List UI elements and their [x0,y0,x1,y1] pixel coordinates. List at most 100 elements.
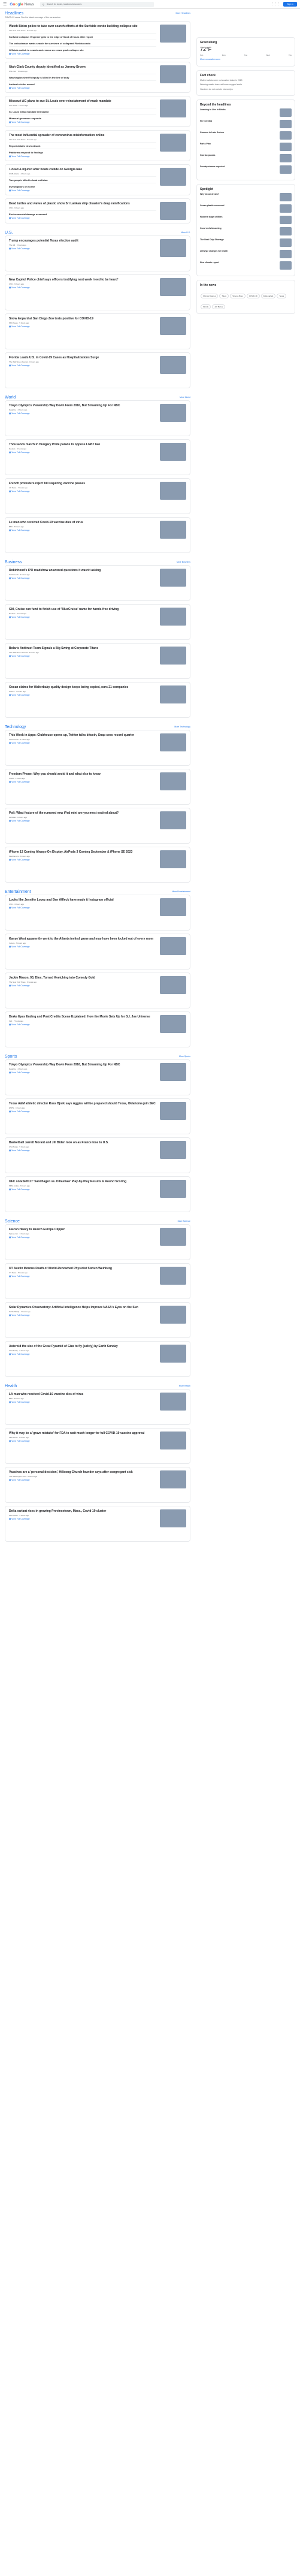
full-coverage-link[interactable]: View Full Coverage [9,1188,156,1191]
story-title[interactable]: This Week in Apps: Clubhouse opens up, T… [9,733,156,737]
section-title[interactable]: Technology More Technology [5,724,190,730]
factcheck-item[interactable]: Wearing masks does not lower oxygen leve… [200,83,292,86]
story-title[interactable]: Ocean claims for Walterbaby quality desi… [9,685,156,689]
story-title[interactable]: Dead turtles and waves of plastic show S… [9,202,156,206]
story-title[interactable]: Florida Leads U.S. in Covid-19 Cases as … [9,356,156,360]
full-coverage-link[interactable]: View Full Coverage [9,781,156,783]
story-thumbnail[interactable] [160,1432,186,1449]
sign-in-button[interactable]: Sign in [283,2,297,7]
full-coverage-link[interactable]: View Full Coverage [9,820,156,822]
story-thumbnail[interactable] [160,1470,186,1488]
rail-item[interactable]: Coral reefs bleaching [200,227,292,235]
story-thumbnail[interactable] [160,772,186,790]
story-thumbnail[interactable] [160,278,186,296]
sub-story[interactable]: Two people killed in boat collision [9,176,156,182]
story-title[interactable]: Snow leopard at San Diego Zoo tests posi… [9,317,156,321]
full-coverage-link[interactable]: View Full Coverage [9,189,156,192]
full-coverage-link[interactable]: View Full Coverage [9,616,156,618]
story-thumbnail[interactable] [160,647,186,665]
sub-story[interactable]: Washington sheriff deputy is killed in t… [9,74,156,79]
story-title[interactable]: Missouri AG plans to sue St. Louis over … [9,99,156,103]
section-more-link[interactable]: More Science [178,1220,190,1222]
topic-chip[interactable]: Florida [201,304,211,309]
story-title[interactable]: Tokyo Olympics Viewership Way Down From … [9,1063,156,1067]
story-title[interactable]: GM, Cruise can fund to finish use of 'Bl… [9,608,156,611]
full-coverage-link[interactable]: View Full Coverage [9,217,156,219]
full-coverage-link[interactable]: View Full Coverage [9,286,156,289]
covid-banner[interactable]: COVID-19 news: See the latest coverage o… [5,16,190,19]
full-coverage-link[interactable]: View Full Coverage [9,155,156,158]
full-coverage-link[interactable]: View Full Coverage [9,1314,156,1316]
full-coverage-link[interactable]: View Full Coverage [9,1440,156,1442]
story-title[interactable]: UFC on ESPN 27 'Sandhagen vs. Dillashaw'… [9,1180,156,1183]
story-title[interactable]: Solar Dynamics Observatory: Artificial I… [9,1306,156,1309]
sub-story-title[interactable]: Environmental damage assessed [9,213,156,216]
factcheck-item[interactable]: Vaccines do not contain microchips [200,88,292,91]
sub-story[interactable]: Surfside collapse: Engineer gets to the … [9,33,156,38]
section-title[interactable]: U.S. More U.S. [5,229,190,235]
story-thumbnail[interactable] [160,1228,186,1246]
story-thumbnail[interactable] [160,356,186,374]
full-coverage-link[interactable]: View Full Coverage [9,1071,156,1074]
story-title[interactable]: Le man who received Covid-19 vaccine die… [9,521,156,524]
rail-item[interactable]: No Tax Stop [200,120,292,128]
sub-story-title[interactable]: Ambush victim named [9,83,156,86]
rail-item-title[interactable]: Lifestyle changes for health [200,250,277,258]
story-thumbnail[interactable] [160,1141,186,1159]
story-thumbnail[interactable] [160,608,186,626]
story-thumbnail[interactable] [160,1509,186,1527]
sub-story[interactable]: Ambush victim named [9,80,156,86]
story-title[interactable]: Vaccines are a 'personal decision,' Hill… [9,1470,156,1474]
story-title[interactable]: Basketball Jarrett Morant and Jill Biden… [9,1141,156,1144]
full-coverage-link[interactable]: View Full Coverage [9,1518,156,1520]
sub-story-title[interactable]: Two people killed in boat collision [9,179,156,182]
story-title[interactable]: Freedom Phone: Why you should avoid it a… [9,772,156,776]
factcheck-item[interactable]: Mail-in ballots were not counted twice i… [200,79,292,82]
rail-item[interactable]: Ocean plastic recovered [200,204,292,213]
menu-icon[interactable]: ☰ [3,2,7,7]
full-coverage-link[interactable]: View Full Coverage [9,985,156,987]
rail-item-title[interactable]: Coral reefs bleaching [200,227,277,235]
rail-item-title[interactable]: Parks Plan [200,143,277,151]
full-coverage-link[interactable]: View Full Coverage [9,946,156,948]
story-thumbnail[interactable] [160,202,186,220]
search-box[interactable]: ⚲ Search for topics, locations & sources [40,1,154,7]
search-input[interactable]: Search for topics, locations & sources [47,3,82,5]
story-title[interactable]: Delta variant rises in growing Provincet… [9,1509,156,1513]
story-thumbnail[interactable] [160,25,186,43]
story-thumbnail[interactable] [160,898,186,916]
full-coverage-link[interactable]: View Full Coverage [9,121,156,123]
full-coverage-link[interactable]: View Full Coverage [9,87,156,89]
sub-story[interactable]: Platforms respond to findings [9,149,156,154]
weather-card[interactable]: Greensburg 72°F Sun Mon Tue Wed Thu More on … [196,37,295,67]
rail-item[interactable]: Gunmen in Lake Arrives [200,131,292,140]
story-thumbnail[interactable] [160,850,186,868]
section-more-link[interactable]: More Technology [174,726,190,728]
rail-item[interactable]: Lifestyle changes for health [200,250,292,258]
story-title[interactable]: Asteroid the size of the Great Pyramid o… [9,1345,156,1348]
search-icon[interactable]: ⚲ [43,3,44,6]
sub-story[interactable]: The ombudsman wants search for survivors… [9,40,156,45]
story-thumbnail[interactable] [160,811,186,829]
topic-chip[interactable]: Olympic Games [201,294,219,298]
section-title[interactable]: Science More Science [5,1218,190,1224]
story-thumbnail[interactable] [160,569,186,587]
full-coverage-link[interactable]: View Full Coverage [9,364,156,367]
section-title[interactable]: Health More Health [5,1383,190,1389]
apps-icon[interactable]: ⋮⋮⋮ [271,2,280,6]
rail-item[interactable]: New climate report [200,261,292,270]
sub-story-title[interactable]: Officials switch to search-and-rescue as… [9,49,156,52]
full-coverage-link[interactable]: View Full Coverage [9,1236,156,1239]
section-title[interactable]: Sports More Sports [5,1053,190,1059]
full-coverage-link[interactable]: View Full Coverage [9,859,156,861]
full-coverage-link[interactable]: View Full Coverage [9,529,156,531]
story-thumbnail[interactable] [160,134,186,152]
sub-story[interactable]: Officials switch to search-and-rescue as… [9,46,156,52]
sub-story[interactable]: Investigators on scene [9,183,156,188]
story-thumbnail[interactable] [160,1180,186,1198]
headlines-title[interactable]: Headlines More Headlines [5,10,190,16]
story-thumbnail[interactable] [160,1102,186,1120]
rail-item[interactable]: Hackers target utilities [200,216,292,224]
story-thumbnail[interactable] [160,976,186,994]
story-thumbnail[interactable] [160,937,186,955]
